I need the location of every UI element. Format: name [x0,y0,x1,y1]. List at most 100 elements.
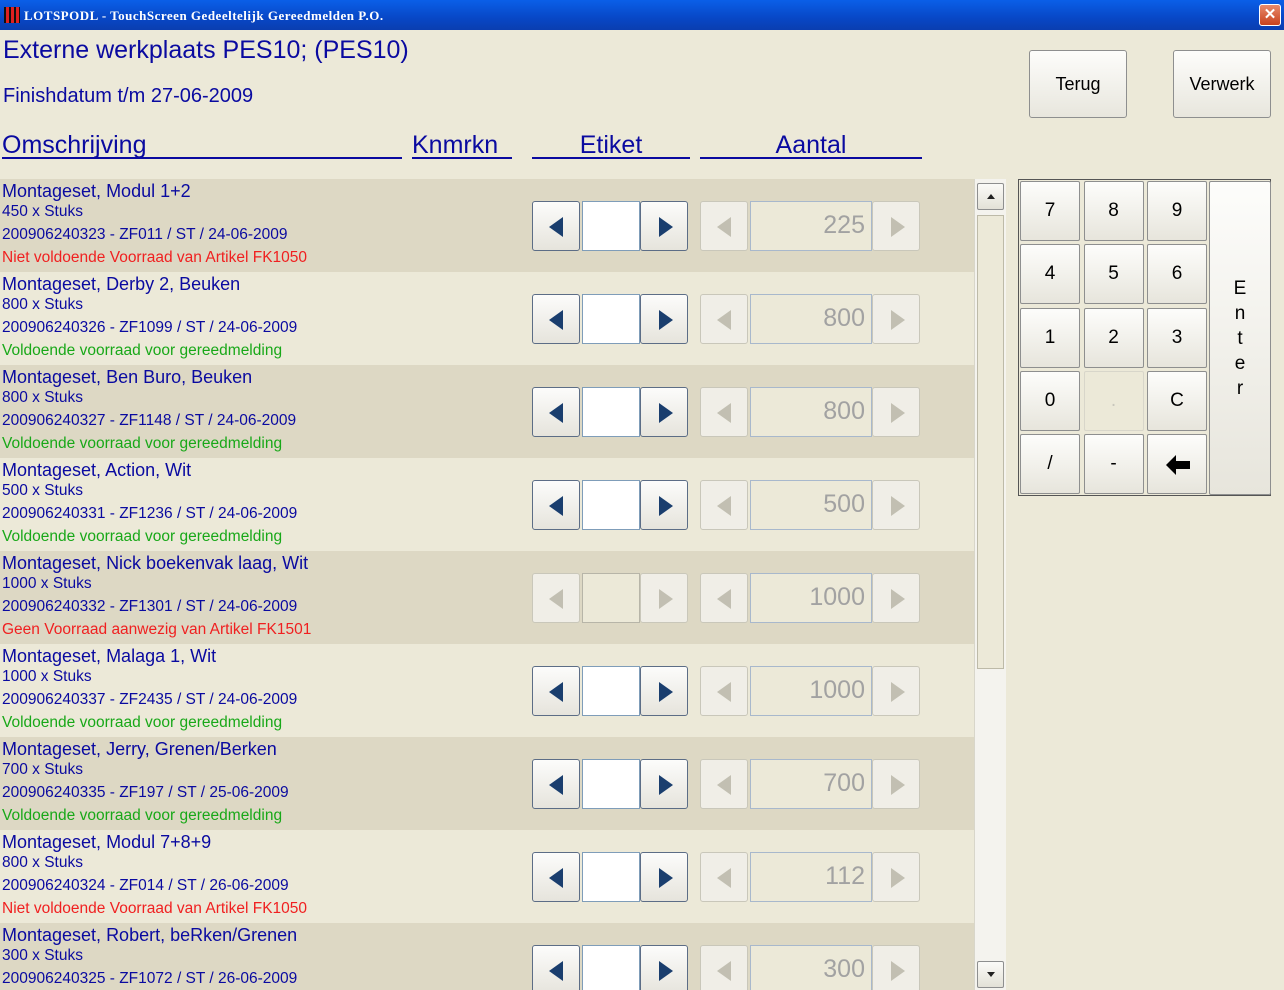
label-decrement-button[interactable] [532,573,580,623]
label-increment-button[interactable] [640,480,688,530]
quantity-decrement-button[interactable] [700,201,748,251]
table-row[interactable]: Montageset, Robert, beRken/Grenen 300 x S… [0,923,974,990]
label-increment-button[interactable] [640,945,688,990]
quantity-field[interactable]: 1000 [750,573,872,623]
quantity-field[interactable]: 800 [750,387,872,437]
label-input[interactable] [582,294,640,344]
quantity-field[interactable]: 225 [750,201,872,251]
keypad-key-5[interactable]: 5 [1083,244,1144,305]
list-scrollbar[interactable] [974,179,1006,990]
close-button[interactable]: ✕ [1259,4,1281,26]
row-title: Montageset, Derby 2, Beuken [2,274,241,294]
keypad-key-4[interactable]: 4 [1020,244,1080,305]
keypad-backspace-button[interactable] [1147,434,1207,495]
keypad-key-1[interactable]: 1 [1020,307,1080,368]
table-row[interactable]: Montageset, Ben Buro, Beuken 800 x Stuks 2… [0,365,974,458]
quantity-field[interactable]: 300 [750,945,872,990]
keypad-enter-button[interactable]: Enter [1209,181,1271,495]
row-status: Geen Voorraad aanwezig van Artikel FK150… [2,621,312,638]
quantity-increment-button[interactable] [872,852,920,902]
label-decrement-button[interactable] [532,294,580,344]
table-row[interactable]: Montageset, Modul 7+8+9 800 x Stuks 200906… [0,830,974,923]
row-reference: 200906240331 - ZF1236 / ST / 24-06-2009 [2,505,298,522]
keypad-key-2[interactable]: 2 [1083,307,1144,368]
label-input[interactable] [582,201,640,251]
keypad-key-3[interactable]: 3 [1147,307,1207,368]
label-input[interactable] [582,387,640,437]
quantity-increment-button[interactable] [872,945,920,990]
scroll-thumb[interactable] [977,215,1004,669]
keypad-key-7[interactable]: 7 [1020,181,1080,241]
quantity-decrement-button[interactable] [700,759,748,809]
quantity-increment-button[interactable] [872,573,920,623]
table-row[interactable]: Montageset, Jerry, Grenen/Berken 700 x St… [0,737,974,830]
label-decrement-button[interactable] [532,201,580,251]
label-increment-button[interactable] [640,387,688,437]
label-input[interactable] [582,480,640,530]
label-decrement-button[interactable] [532,666,580,716]
label-increment-button[interactable] [640,852,688,902]
label-increment-button[interactable] [640,759,688,809]
quantity-increment-button[interactable] [872,480,920,530]
back-button[interactable]: Terug [1029,50,1127,118]
table-row[interactable]: Montageset, Nick boekenvak laag, Wit 1000… [0,551,974,644]
triangle-left-icon [717,217,731,237]
label-input[interactable] [582,852,640,902]
quantity-increment-button[interactable] [872,201,920,251]
keypad-key-dot[interactable]: . [1083,370,1144,431]
keypad-key-9[interactable]: 9 [1147,181,1207,241]
quantity-decrement-button[interactable] [700,387,748,437]
triangle-left-icon [717,589,731,609]
label-decrement-button[interactable] [532,945,580,990]
quantity-increment-button[interactable] [872,666,920,716]
keypad-key-slash[interactable]: / [1020,434,1080,495]
label-increment-button[interactable] [640,666,688,716]
scroll-down-button[interactable] [977,961,1004,988]
row-status: Voldoende voorraad voor gereedmelding [2,342,283,359]
label-input[interactable] [582,945,640,990]
label-decrement-button[interactable] [532,387,580,437]
label-increment-button[interactable] [640,201,688,251]
triangle-right-icon [659,310,673,330]
quantity-field[interactable]: 1000 [750,666,872,716]
keypad-key-6[interactable]: 6 [1147,244,1207,305]
table-row[interactable]: Montageset, Malaga 1, Wit 1000 x Stuks 200… [0,644,974,737]
quantity-decrement-button[interactable] [700,294,748,344]
table-row[interactable]: Montageset, Modul 1+2 450 x Stuks 20090624… [0,179,974,272]
keypad-key-minus[interactable]: - [1083,434,1144,495]
triangle-right-icon [891,496,905,516]
table-row[interactable]: Montageset, Action, Wit 500 x Stuks 200906… [0,458,974,551]
quantity-decrement-button[interactable] [700,480,748,530]
label-decrement-button[interactable] [532,852,580,902]
quantity-decrement-button[interactable] [700,945,748,990]
triangle-right-icon [659,496,673,516]
quantity-field[interactable]: 500 [750,480,872,530]
triangle-left-icon [549,217,563,237]
quantity-decrement-button[interactable] [700,852,748,902]
quantity-increment-button[interactable] [872,759,920,809]
app-icon [4,7,20,23]
triangle-left-icon [549,403,563,423]
keypad-key-0[interactable]: 0 [1020,370,1080,431]
label-input[interactable] [582,573,640,623]
scroll-up-button[interactable] [977,183,1004,210]
table-row[interactable]: Montageset, Derby 2, Beuken 800 x Stuks 20… [0,272,974,365]
label-increment-button[interactable] [640,573,688,623]
triangle-left-icon [549,496,563,516]
label-input[interactable] [582,666,640,716]
quantity-field[interactable]: 112 [750,852,872,902]
quantity-increment-button[interactable] [872,294,920,344]
quantity-decrement-button[interactable] [700,666,748,716]
row-reference: 200906240326 - ZF1099 / ST / 24-06-2009 [2,319,298,336]
label-input[interactable] [582,759,640,809]
label-increment-button[interactable] [640,294,688,344]
process-button[interactable]: Verwerk [1173,50,1271,118]
quantity-increment-button[interactable] [872,387,920,437]
label-decrement-button[interactable] [532,480,580,530]
label-decrement-button[interactable] [532,759,580,809]
quantity-field[interactable]: 700 [750,759,872,809]
quantity-field[interactable]: 800 [750,294,872,344]
keypad-key-8[interactable]: 8 [1083,181,1144,241]
keypad-key-clear[interactable]: C [1147,370,1207,431]
quantity-decrement-button[interactable] [700,573,748,623]
